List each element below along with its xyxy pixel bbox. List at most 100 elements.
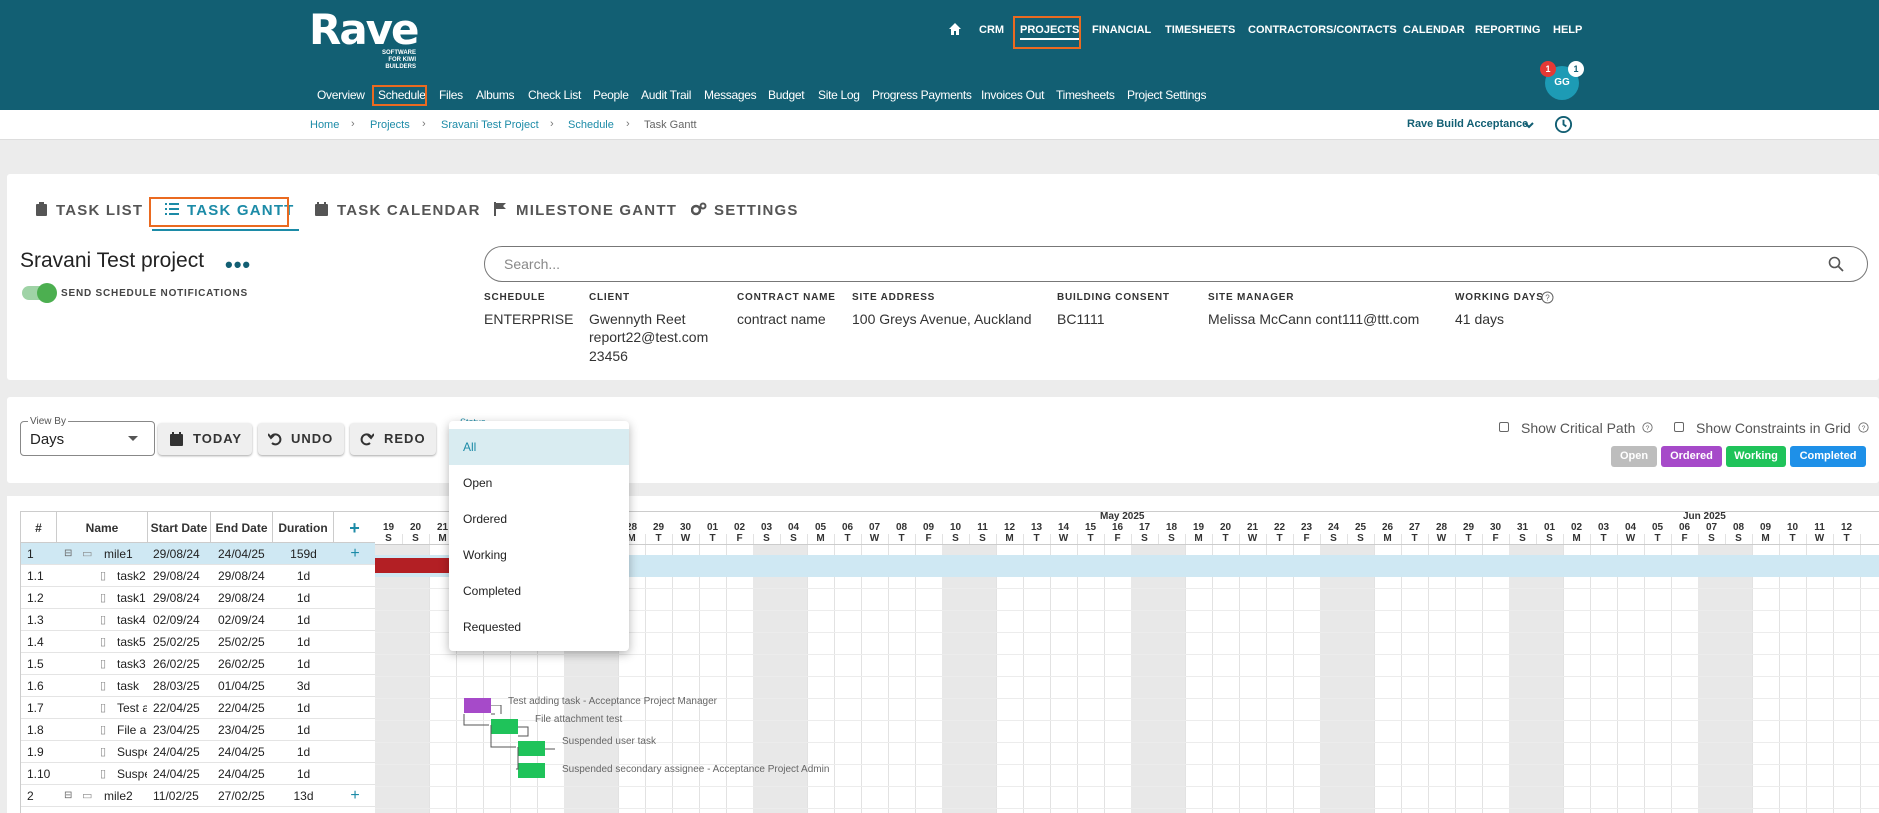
task-name[interactable]: mile1 — [104, 543, 148, 565]
day-number: 14 — [1057, 522, 1070, 533]
nav-calendar[interactable]: CALENDAR — [1403, 22, 1465, 38]
subnav-people[interactable]: People — [593, 88, 629, 102]
crumb-home[interactable]: Home — [310, 119, 339, 131]
subnav-timesheets[interactable]: Timesheets — [1056, 88, 1115, 102]
chevron-down-icon[interactable] — [1524, 120, 1534, 130]
table-row[interactable]: 2 ⊟ ▭ mile2 11/02/25 27/02/25 13d + — [21, 785, 375, 807]
help-icon[interactable]: ? — [1541, 291, 1554, 304]
table-row[interactable]: 2.1 ▯ resch 11/02/25 12/02/252d — [21, 807, 375, 813]
today-button[interactable]: TODAY — [158, 423, 252, 455]
mile1-bar[interactable] — [375, 558, 451, 573]
task-name[interactable]: Suspe — [117, 741, 147, 763]
table-row[interactable]: 1.1 ▯ task2 29/08/24 29/08/24 1d — [21, 565, 375, 587]
day-number: 13 — [1030, 522, 1043, 533]
collapse-icon[interactable]: ⊟ — [64, 785, 76, 807]
task-name[interactable]: task1 — [117, 587, 147, 609]
subnav-overview[interactable]: Overview — [317, 88, 365, 102]
status-option-all[interactable]: All — [449, 429, 629, 465]
table-row[interactable]: 1 ⊟ ▭ mile1 29/08/24 24/04/25 159d + — [21, 543, 375, 565]
col-header-name[interactable]: Name — [57, 511, 148, 543]
notification-badge[interactable]: 1 — [1540, 61, 1556, 77]
flag-icon — [494, 202, 506, 216]
col-header-end[interactable]: End Date — [211, 511, 273, 543]
more-options-icon[interactable]: ••• — [225, 252, 251, 278]
task-name[interactable]: resch — [117, 807, 147, 813]
subnav-albums[interactable]: Albums — [476, 88, 515, 102]
search-placeholder[interactable]: Search... — [504, 256, 560, 272]
tab-task-list[interactable]: TASK LIST — [56, 202, 143, 219]
table-row[interactable]: 1.5 ▯ task3 26/02/25 26/02/25 1d — [21, 653, 375, 675]
table-row[interactable]: 1.6 ▯ task 28/03/25 01/04/25 3d — [21, 675, 375, 697]
help-icon[interactable]: ? — [1642, 422, 1653, 433]
table-row[interactable]: 1.3 ▯ task4 02/09/24 02/09/24 1d — [21, 609, 375, 631]
status-option-requested[interactable]: Requested — [449, 609, 629, 645]
col-header-number[interactable]: # — [21, 511, 57, 543]
tab-milestone-gantt[interactable]: MILESTONE GANTT — [516, 202, 677, 219]
crumb-schedule[interactable]: Schedule — [568, 119, 614, 131]
task-name[interactable]: mile2 — [104, 785, 148, 807]
crumb-projects[interactable]: Projects — [370, 119, 410, 131]
constraints-checkbox[interactable] — [1674, 422, 1684, 432]
view-by-value[interactable]: Days — [30, 431, 64, 448]
nav-crm[interactable]: CRM — [979, 22, 1004, 38]
task-name[interactable]: task4 — [117, 609, 147, 631]
table-row[interactable]: 1.4 ▯ task5 25/02/25 25/02/25 1d — [21, 631, 375, 653]
help-icon[interactable]: ? — [1858, 422, 1869, 433]
subnav-messages[interactable]: Messages — [704, 88, 757, 102]
search-icon[interactable] — [1828, 256, 1844, 272]
task-name[interactable]: task5 — [117, 631, 147, 653]
constraints-label[interactable]: Show Constraints in Grid — [1696, 420, 1851, 436]
message-badge[interactable]: 1 — [1568, 61, 1584, 77]
svg-text:?: ? — [1545, 294, 1550, 303]
status-option-open[interactable]: Open — [449, 465, 629, 501]
nav-financial[interactable]: FINANCIAL — [1092, 22, 1151, 38]
nav-contractors[interactable]: CONTRACTORS/CONTACTS — [1248, 22, 1397, 38]
subnav-invoices-out[interactable]: Invoices Out — [981, 88, 1044, 102]
nav-reporting[interactable]: REPORTING — [1475, 22, 1540, 38]
tab-task-calendar[interactable]: TASK CALENDAR — [337, 202, 481, 219]
nav-timesheets[interactable]: TIMESHEETS — [1165, 22, 1235, 38]
tab-settings[interactable]: SETTINGS — [714, 202, 799, 219]
status-option-working[interactable]: Working — [449, 537, 629, 573]
home-icon[interactable] — [948, 22, 962, 36]
status-option-ordered[interactable]: Ordered — [449, 501, 629, 537]
table-row[interactable]: 1.7 ▯ Test a 22/04/25 22/04/25 1d — [21, 697, 375, 719]
subnav-files[interactable]: Files — [439, 88, 463, 102]
undo-button[interactable]: UNDO — [258, 423, 344, 455]
collapse-icon[interactable]: ⊟ — [64, 543, 76, 565]
toggle-knob[interactable] — [37, 283, 57, 303]
add-task-icon[interactable]: + — [334, 511, 375, 543]
table-row[interactable]: 1.10 ▯ Suspe 24/04/25 24/04/25 1d — [21, 763, 375, 785]
task-name[interactable]: task — [117, 675, 147, 697]
task-name[interactable]: task2 — [117, 565, 147, 587]
history-clock-icon[interactable] — [1554, 115, 1573, 134]
critical-path-checkbox[interactable] — [1499, 422, 1509, 432]
nav-help[interactable]: HELP — [1553, 22, 1582, 38]
col-header-duration[interactable]: Duration — [273, 511, 334, 543]
end-date: 26/02/25 — [218, 657, 265, 671]
redo-button[interactable]: REDO — [350, 423, 436, 455]
col-header-start[interactable]: Start Date — [148, 511, 211, 543]
crumb-project[interactable]: Sravani Test Project — [441, 119, 539, 131]
add-subtask-icon[interactable]: + — [334, 543, 375, 565]
task-name[interactable]: Test a — [117, 697, 147, 719]
subnav-site-log[interactable]: Site Log — [818, 88, 860, 102]
table-row[interactable]: 1.8 ▯ File a 23/04/25 23/04/25 1d — [21, 719, 375, 741]
table-row[interactable]: 1.2 ▯ task1 29/08/24 29/08/24 1d — [21, 587, 375, 609]
search-input[interactable] — [484, 246, 1868, 282]
company-selector[interactable]: Rave Build Acceptance — [1407, 118, 1528, 130]
task-name[interactable]: task3 — [117, 653, 147, 675]
task-name[interactable]: Suspe — [117, 763, 147, 785]
add-subtask-icon[interactable]: + — [334, 785, 375, 807]
dropdown-arrow-icon[interactable] — [128, 436, 138, 441]
rave-logo[interactable]: Rave — [309, 8, 420, 52]
task-name[interactable]: File a — [117, 719, 147, 741]
status-option-completed[interactable]: Completed — [449, 573, 629, 609]
subnav-audit-trail[interactable]: Audit Trail — [641, 88, 691, 102]
subnav-budget[interactable]: Budget — [768, 88, 805, 102]
table-row[interactable]: 1.9 ▯ Suspe 24/04/25 24/04/25 1d — [21, 741, 375, 763]
subnav-project-settings[interactable]: Project Settings — [1127, 88, 1207, 102]
critical-path-label[interactable]: Show Critical Path — [1521, 420, 1635, 436]
subnav-progress-payments[interactable]: Progress Payments — [872, 88, 972, 102]
subnav-checklist[interactable]: Check List — [528, 88, 581, 102]
